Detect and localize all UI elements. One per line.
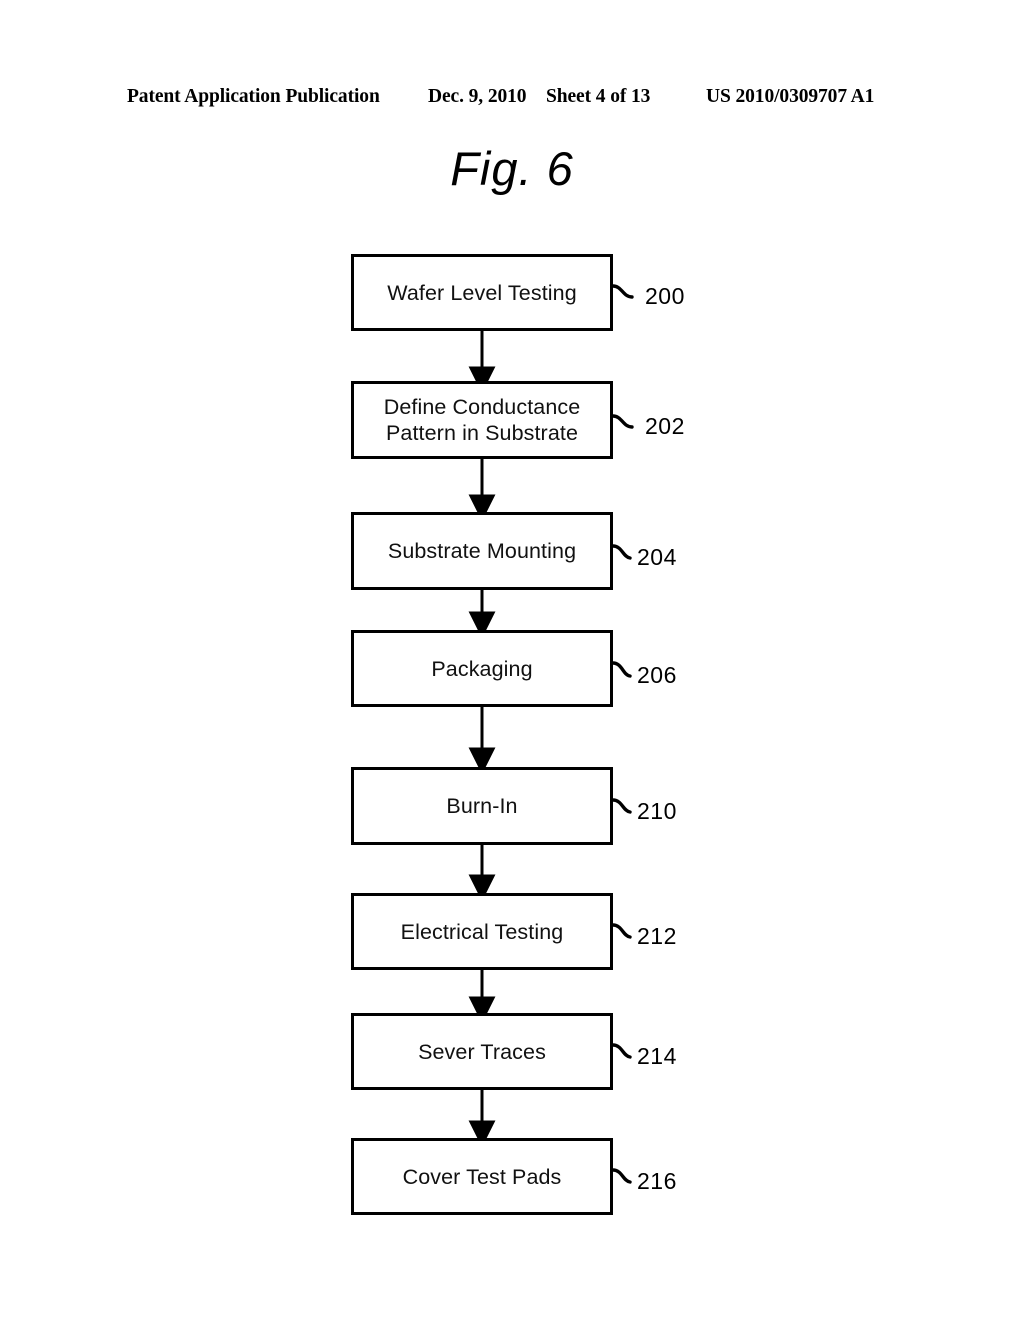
flow-step-box-210[interactable]: Burn-In: [351, 767, 613, 845]
reference-numeral-204: 204: [637, 544, 677, 570]
flowchart-diagram: Wafer Level Testing 200 Define Conductan…: [0, 0, 1024, 1320]
reference-numeral-200: 200: [645, 283, 685, 309]
flow-step-label: Cover Test Pads: [402, 1164, 562, 1189]
flow-step-label: Electrical Testing: [400, 919, 564, 944]
reference-numeral-206: 206: [637, 662, 677, 688]
flow-step-label: Wafer Level Testing: [387, 280, 577, 305]
flow-step-box-212[interactable]: Electrical Testing: [351, 893, 613, 970]
flow-step-label: Define Conductance Pattern in Substrate: [376, 394, 589, 446]
flow-step-label: Sever Traces: [418, 1039, 546, 1064]
flow-step-label-line1: Define Conductance: [383, 395, 581, 419]
reference-numeral-210: 210: [637, 798, 677, 824]
flow-step-label-line2: Pattern in Substrate: [385, 421, 579, 445]
flow-step-box-214[interactable]: Sever Traces: [351, 1013, 613, 1090]
flow-step-box-204[interactable]: Substrate Mounting: [351, 512, 613, 590]
flow-step-label: Packaging: [431, 656, 533, 681]
reference-numeral-214: 214: [637, 1043, 677, 1069]
flow-step-box-200[interactable]: Wafer Level Testing: [351, 254, 613, 331]
flow-step-label: Burn-In: [446, 794, 518, 818]
reference-numeral-216: 216: [637, 1168, 677, 1194]
flow-step-box-216[interactable]: Cover Test Pads: [351, 1138, 613, 1215]
flow-step-label: Substrate Mounting: [387, 539, 577, 563]
flow-step-box-206[interactable]: Packaging: [351, 630, 613, 707]
reference-numeral-212: 212: [637, 923, 677, 949]
reference-numeral-202: 202: [645, 413, 685, 439]
flow-step-box-202[interactable]: Define Conductance Pattern in Substrate: [351, 381, 613, 459]
